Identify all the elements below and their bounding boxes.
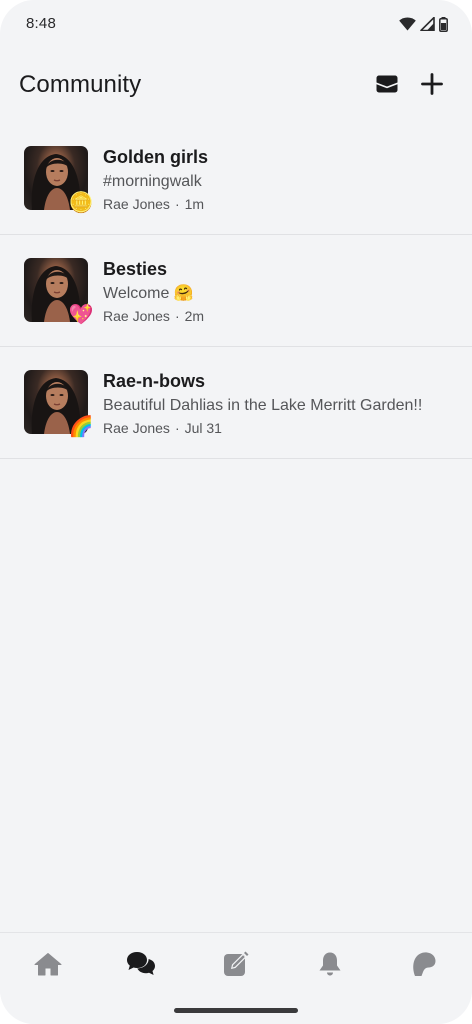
meta-separator: · (174, 420, 180, 436)
message-time: 1m (184, 196, 205, 212)
bottom-nav (0, 932, 472, 1024)
app-header: Community (0, 62, 472, 110)
groups-icon (411, 951, 437, 982)
community-last-message: Welcome 🤗 (103, 285, 194, 302)
add-community-button[interactable] (416, 70, 448, 102)
row-text: Rae-n-bows Beautiful Dahlias in the Lake… (103, 371, 460, 437)
bell-icon (318, 951, 342, 982)
community-row-besties[interactable]: 💖 Besties Welcome 🤗 Rae Jones · 2m (0, 235, 472, 347)
battery-icon (439, 16, 448, 32)
plus-icon (421, 72, 443, 100)
community-meta: Rae Jones · 2m (103, 307, 460, 325)
avatar-wrap: 🌈 (24, 370, 93, 437)
author-name: Rae Jones (103, 420, 170, 436)
community-last-message: Beautiful Dahlias in the Lake Merritt Ga… (103, 397, 423, 414)
author-name: Rae Jones (103, 308, 170, 324)
inbox-icon (376, 75, 398, 98)
chat-bubbles-icon (126, 951, 156, 982)
sparkling-heart-badge-icon: 💖 (68, 304, 94, 326)
home-icon (34, 952, 62, 981)
page-title: Community (19, 71, 142, 98)
community-row-rae-n-bows[interactable]: 🌈 Rae-n-bows Beautiful Dahlias in the La… (0, 347, 472, 459)
avatar-wrap: 🪙 (24, 146, 93, 213)
status-icons (399, 15, 448, 33)
community-title: Rae-n-bows (103, 371, 206, 391)
community-title: Golden girls (103, 147, 209, 167)
row-text: Golden girls #morningwalk Rae Jones · 1m (103, 147, 460, 213)
community-list: 🪙 Golden girls #morningwalk Rae Jones · 1m (0, 123, 472, 459)
meta-separator: · (174, 308, 180, 324)
community-row-golden-girls[interactable]: 🪙 Golden girls #morningwalk Rae Jones · 1m (0, 123, 472, 235)
inbox-button[interactable] (371, 70, 403, 102)
community-title: Besties (103, 259, 168, 279)
compose-icon (223, 951, 249, 982)
home-indicator[interactable] (174, 1008, 298, 1013)
author-name: Rae Jones (103, 196, 170, 212)
nav-compose[interactable] (216, 949, 256, 983)
phone-screen: 8:48 Community 🪙 Golden girls #morningwa… (0, 0, 472, 1024)
nav-notifications[interactable] (310, 949, 350, 983)
rainbow-badge-icon: 🌈 (68, 416, 94, 438)
row-text: Besties Welcome 🤗 Rae Jones · 2m (103, 259, 460, 325)
status-time: 8:48 (26, 15, 56, 32)
avatar-wrap: 💖 (24, 258, 93, 325)
wifi-icon (399, 17, 416, 31)
message-time: 2m (184, 308, 205, 324)
nav-groups[interactable] (404, 949, 444, 983)
coin-badge-icon: 🪙 (68, 192, 94, 214)
nav-community[interactable] (121, 949, 161, 983)
community-meta: Rae Jones · Jul 31 (103, 419, 460, 437)
status-bar: 8:48 (0, 0, 472, 48)
message-time: Jul 31 (184, 420, 222, 436)
community-last-message: #morningwalk (103, 173, 202, 190)
nav-home[interactable] (28, 949, 68, 983)
community-meta: Rae Jones · 1m (103, 195, 460, 213)
meta-separator: · (174, 196, 180, 212)
cellular-signal-icon (420, 17, 435, 31)
